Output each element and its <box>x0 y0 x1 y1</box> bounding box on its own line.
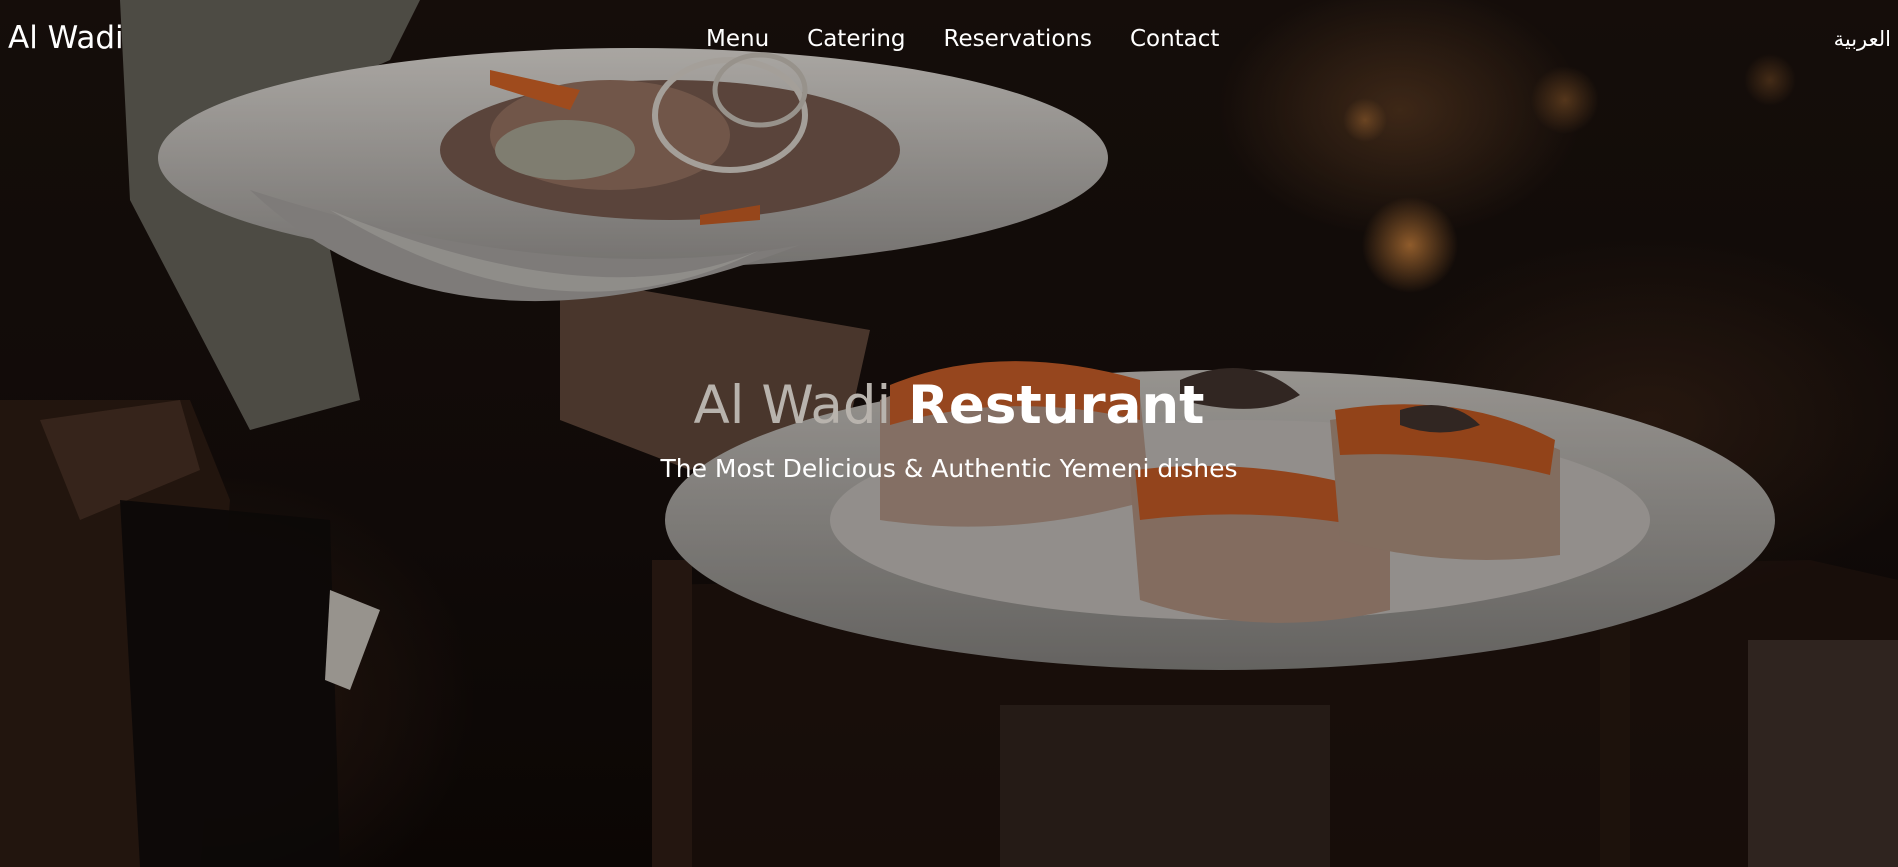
top-navbar: Al Wadi Menu Catering Reservations Conta… <box>0 0 1898 78</box>
language-switch-link[interactable]: العربية <box>1834 24 1891 54</box>
nav-item-reservations[interactable]: Reservations <box>944 22 1092 56</box>
hero-content: Al Wadi Resturant The Most Delicious & A… <box>0 370 1898 486</box>
nav-item-catering[interactable]: Catering <box>807 22 905 56</box>
hero-section: Al Wadi Menu Catering Reservations Conta… <box>0 0 1898 867</box>
nav-links: Menu Catering Reservations Contact <box>706 22 1219 56</box>
nav-item-contact[interactable]: Contact <box>1130 22 1219 56</box>
hero-title: Al Wadi Resturant <box>0 370 1898 442</box>
nav-item-menu[interactable]: Menu <box>706 22 769 56</box>
hero-subtitle: The Most Delicious & Authentic Yemeni di… <box>660 454 1238 483</box>
hero-title-part-one: Al Wadi <box>693 375 892 436</box>
hero-title-part-two: Resturant <box>908 375 1205 436</box>
brand-logo-link[interactable]: Al Wadi <box>8 18 124 58</box>
